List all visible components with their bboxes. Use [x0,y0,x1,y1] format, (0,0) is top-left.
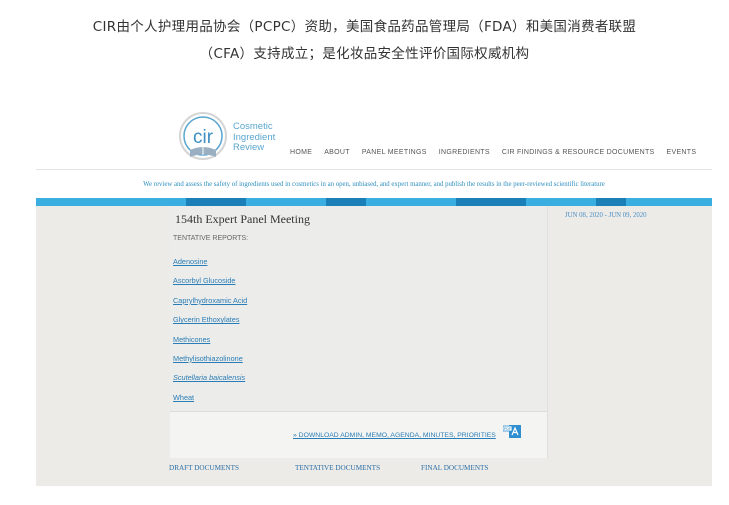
download-documents-link[interactable]: » DOWNLOAD ADMIN, MEMO, AGENDA, MINUTES,… [293,432,496,439]
site-tagline: We review and assess the safety of ingre… [143,181,605,188]
tentative-reports-label: TENTATIVE REPORTS: [173,235,249,242]
main-nav: HOME ABOUT PANEL MEETINGS INGREDIENTS CI… [290,149,696,156]
final-documents-link[interactable]: FINAL DOCUMENTS [421,464,488,472]
brand-name: Cosmetic Ingredient Review [233,121,275,154]
draft-documents-link[interactable]: DRAFT DOCUMENTS [169,464,239,472]
nav-events[interactable]: EVENTS [667,149,697,156]
meeting-title: 154th Expert Panel Meeting [175,212,310,226]
logo-text: cir [193,127,214,148]
report-link-adenosine[interactable]: Adenosine [173,257,247,276]
report-link-glycerin-ethoxylates[interactable]: Glycerin Ethoxylates [173,315,247,334]
nav-cir-findings[interactable]: CIR FINDINGS & RESOURCE DOCUMENTS [502,149,655,156]
meeting-date-range: JUN 08, 2020 - JUN 09, 2020 [565,212,647,219]
accent-band [36,198,712,206]
pdf-icon[interactable]: PDF [503,425,521,438]
tentative-documents-link[interactable]: TENTATIVE DOCUMENTS [295,464,380,472]
caption-line-2: （CFA）支持成立；是化妆品安全性评价国际权威机构 [199,46,530,62]
report-link-ascorbyl-glucoside[interactable]: Ascorbyl Glucoside [173,276,247,295]
brand-line-1: Cosmetic [233,121,273,132]
report-link-methicones[interactable]: Methicones [173,335,247,354]
brand-line-3: Review [233,142,265,153]
report-link-caprylhydroxamic-acid[interactable]: Caprylhydroxamic Acid [173,296,247,315]
report-list: Adenosine Ascorbyl Glucoside Caprylhydro… [173,257,247,412]
article-caption: CIR由个人护理用品协会（PCPC）资助，美国食品药品管理局（FDA）和美国消费… [0,14,729,68]
report-link-scutellaria-baicalensis[interactable]: Scutellaria baicalensis [173,373,247,392]
cir-logo-icon[interactable]: cir [176,110,230,164]
svg-text:PDF: PDF [504,427,512,431]
nav-about[interactable]: ABOUT [324,149,350,156]
report-link-methylisothiazolinone[interactable]: Methylisothiazolinone [173,354,247,373]
website-screenshot: cir Cosmetic Ingredient Review HOME ABOU… [36,108,712,486]
nav-panel-meetings[interactable]: PANEL MEETINGS [362,149,427,156]
site-header: cir Cosmetic Ingredient Review HOME ABOU… [36,108,712,198]
download-box: » DOWNLOAD ADMIN, MEMO, AGENDA, MINUTES,… [170,411,547,458]
caption-line-1: CIR由个人护理用品协会（PCPC）资助，美国食品药品管理局（FDA）和美国消费… [92,19,637,35]
nav-ingredients[interactable]: INGREDIENTS [439,149,490,156]
meeting-panel: 154th Expert Panel Meeting TENTATIVE REP… [170,206,548,458]
report-link-wheat[interactable]: Wheat [173,393,247,412]
nav-home[interactable]: HOME [290,149,312,156]
header-divider [36,169,712,170]
